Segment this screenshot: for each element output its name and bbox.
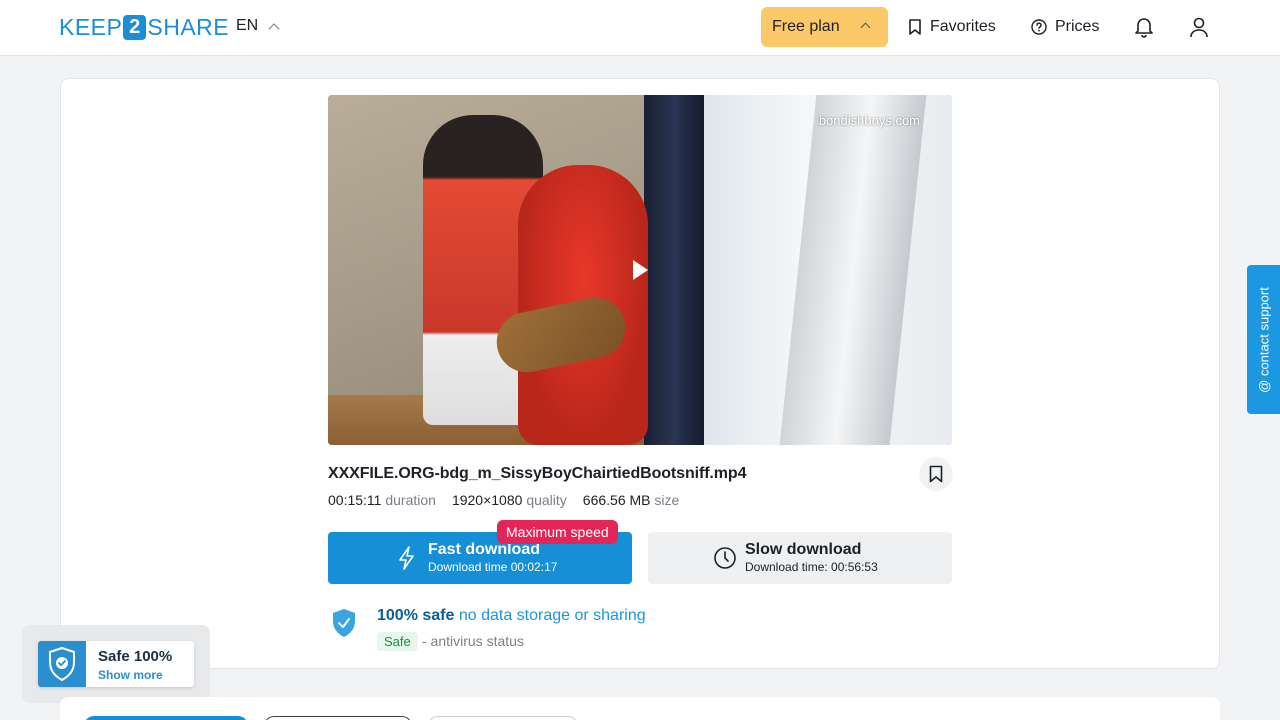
top-header: KEEP 2 SHARE EN Free plan Favorites Prices (0, 0, 1280, 56)
bookmark-icon (909, 19, 921, 35)
free-plan-label: Free plan (772, 18, 840, 35)
safety-title: 100% safe no data storage or sharing (377, 607, 646, 625)
antivirus-status-text: - antivirus status (422, 633, 524, 649)
logo-share: SHARE (147, 13, 230, 40)
video-watermark: bondishboys.com (818, 113, 920, 128)
chevron-up-icon (860, 22, 871, 33)
shield-check-icon (333, 609, 355, 637)
antivirus-status-badge: Safe (377, 632, 418, 651)
logo-keep: KEEP (59, 13, 123, 40)
chevron-up-icon (268, 22, 280, 35)
contact-support-label: @ contact support (1256, 286, 1271, 393)
contact-support-tab[interactable]: @ contact support (1247, 265, 1280, 414)
file-meta: 00:15:11 duration 1920×1080 quality 666.… (328, 492, 679, 508)
fast-download-time: Download time 00:02:17 (428, 560, 558, 574)
safe-badge-icon-box (38, 641, 86, 687)
lower-tab-1[interactable] (84, 716, 248, 720)
safety-title-bold: 100% safe (377, 607, 455, 624)
slow-download-label: Slow download (745, 541, 862, 558)
safety-title-rest: no data storage or sharing (458, 607, 646, 624)
clock-icon (714, 547, 736, 569)
logo-two: 2 (123, 14, 147, 40)
safe-badge-title: Safe 100% (98, 648, 173, 665)
language-selector[interactable]: EN (236, 15, 280, 37)
prices-label: Prices (1055, 18, 1100, 35)
lightning-icon (399, 546, 414, 570)
quality-label: quality (526, 492, 567, 508)
account-button[interactable] (1186, 14, 1212, 40)
duration-value: 00:15:11 (328, 492, 382, 508)
bookmark-icon (929, 465, 943, 483)
user-icon (1190, 17, 1208, 38)
duration-meta: 00:15:11 duration (328, 492, 436, 508)
play-icon[interactable] (633, 260, 648, 280)
video-preview[interactable]: bondishboys.com (328, 95, 952, 445)
shield-check-icon (49, 647, 75, 681)
lower-tab-3[interactable] (428, 716, 578, 720)
safe-badge-card[interactable]: Safe 100% Show more (38, 641, 194, 687)
question-circle-icon (1031, 19, 1047, 35)
size-label: size (654, 492, 680, 508)
slow-download-time: Download time: 00:56:53 (745, 560, 878, 574)
add-to-favorites-button[interactable] (919, 457, 953, 491)
notifications-button[interactable] (1131, 14, 1157, 40)
safe-badge-widget: Safe 100% Show more (22, 625, 210, 703)
quality-meta: 1920×1080 quality (452, 492, 567, 508)
quality-value: 1920×1080 (451, 492, 523, 508)
free-plan-button[interactable]: Free plan (761, 7, 888, 47)
file-name: XXXFILE.ORG-bdg_m_SissyBoyChairtiedBoots… (328, 465, 747, 482)
favorites-link[interactable]: Favorites (908, 15, 996, 39)
size-value: 666.56 MB (582, 492, 651, 508)
bell-icon (1135, 18, 1153, 38)
safety-info: 100% safe no data storage or sharing Saf… (328, 603, 728, 653)
keep2share-logo[interactable]: KEEP 2 SHARE (59, 14, 229, 40)
favorites-label: Favorites (930, 18, 996, 35)
prices-link[interactable]: Prices (1031, 15, 1099, 39)
language-label: EN (236, 17, 259, 34)
slow-download-button[interactable]: Slow download Download time: 00:56:53 (648, 532, 952, 584)
size-meta: 666.56 MB size (583, 492, 680, 508)
video-scene-curtain (644, 95, 704, 445)
maximum-speed-badge: Maximum speed (497, 520, 618, 544)
lower-tab-2[interactable] (264, 716, 412, 720)
duration-label: duration (385, 492, 436, 508)
safe-badge-show-more[interactable]: Show more (98, 668, 163, 682)
